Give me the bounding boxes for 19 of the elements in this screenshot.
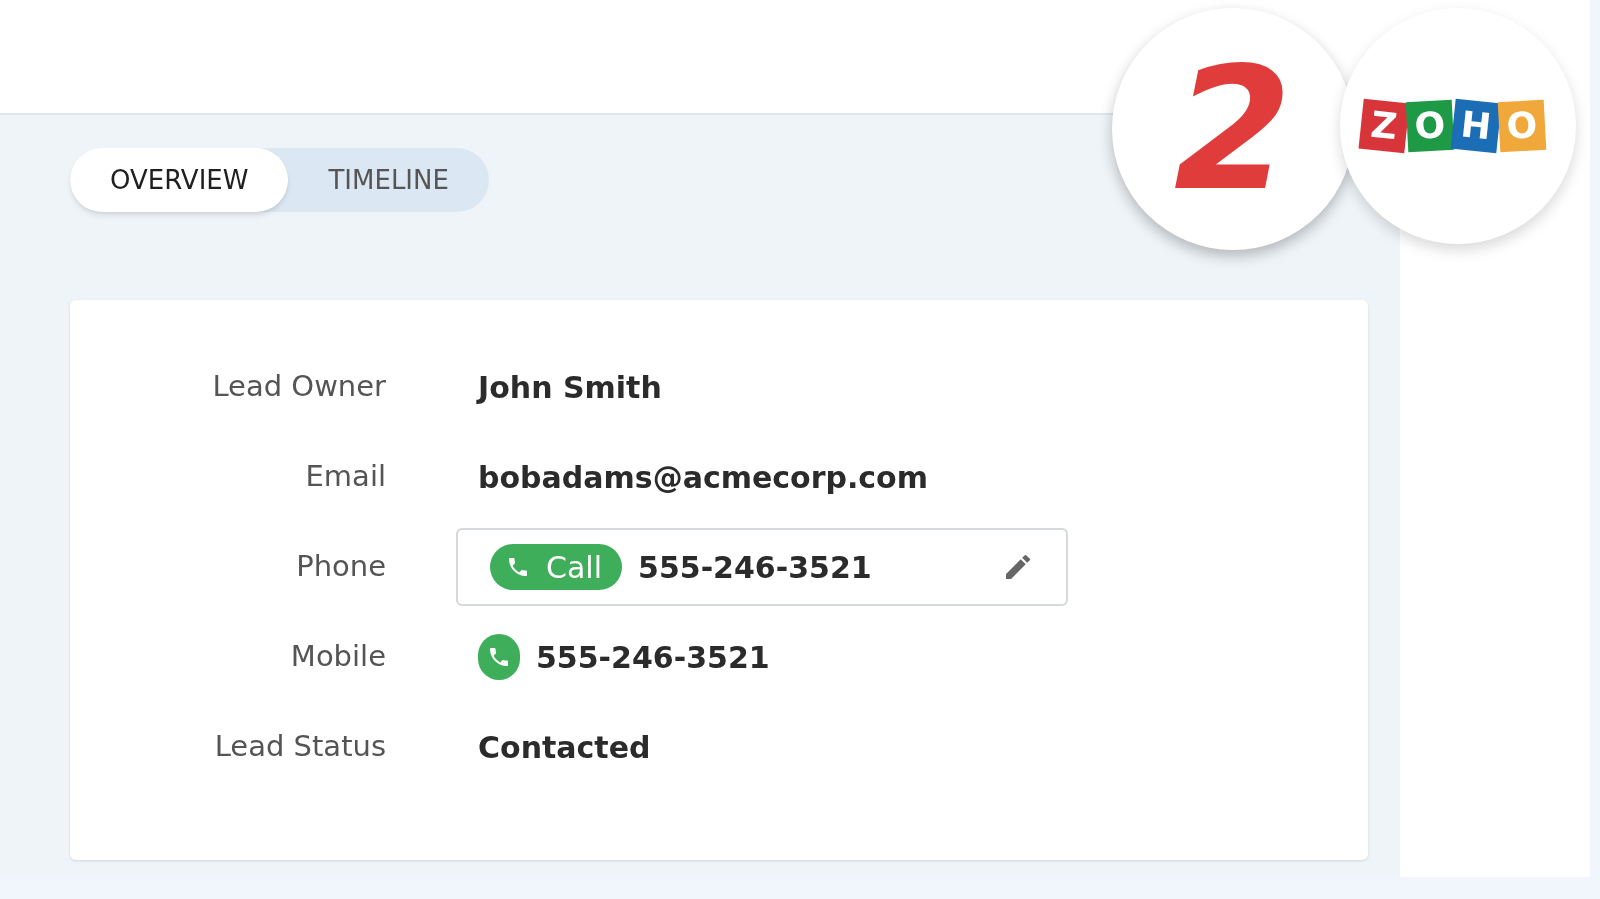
field-value: Contacted (478, 729, 651, 765)
phone-icon (506, 555, 530, 579)
logo-letter: O (1405, 99, 1455, 153)
mobile-number: 555-246-3521 (536, 638, 770, 677)
phone-icon (487, 645, 511, 669)
tab[interactable]: TIMELINE (288, 148, 489, 212)
field-value: John Smith (478, 369, 662, 405)
tab[interactable]: OVERVIEW (70, 148, 289, 212)
logo-letter: O (1497, 99, 1547, 153)
field-value: bobadams@acmecorp.com (478, 459, 928, 495)
field-label: Phone (295, 548, 386, 586)
badge-number: 2 (1173, 44, 1293, 214)
phone-number: 555-246-3521 (638, 548, 872, 587)
phone-call-icon[interactable] (478, 634, 520, 680)
field-label: Lead Status (213, 728, 386, 766)
field-label: Lead Owner (211, 368, 386, 406)
field-label: Email (304, 458, 386, 496)
field-label: Mobile (289, 638, 386, 676)
phone-field[interactable]: Call 555-246-3521 (456, 528, 1068, 606)
